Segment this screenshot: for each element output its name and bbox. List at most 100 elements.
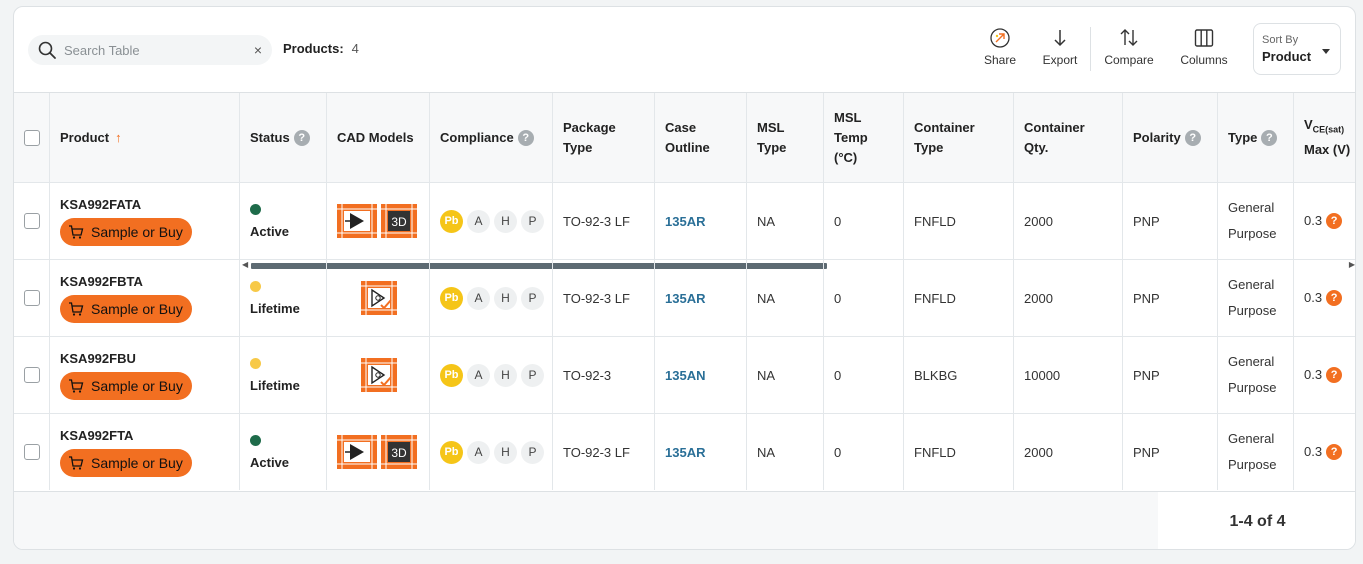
header-type[interactable]: Type ? <box>1218 93 1294 182</box>
header-vce-sat[interactable]: VCE(sat) Max (V) <box>1294 93 1355 182</box>
header-container-qty[interactable]: Container Qty. <box>1014 93 1123 182</box>
compliance-p-badge[interactable]: P <box>521 209 544 233</box>
columns-icon <box>1194 29 1214 47</box>
compare-button[interactable]: Compare <box>1102 27 1156 75</box>
product-name[interactable]: KSA992FATA <box>60 197 192 212</box>
container-qty: 2000 <box>1024 290 1053 306</box>
share-icon <box>990 28 1010 48</box>
vce-sat-value: 0.3 <box>1304 366 1323 382</box>
cell-type: General Purpose <box>1218 183 1294 259</box>
header-polarity-label: Polarity <box>1133 129 1181 145</box>
cell-cad: 3D <box>327 414 430 490</box>
compliance-a-badge[interactable]: A <box>467 363 490 387</box>
sample-or-buy-button[interactable]: Sample or Buy <box>60 448 192 477</box>
product-table: Product ↑ Status ? CAD Models Compliance… <box>14 92 1355 490</box>
header-msltemp-l1: MSL <box>834 109 862 125</box>
sample-or-buy-label: Sample or Buy <box>91 454 183 471</box>
case-outline-link[interactable]: 135AR <box>665 214 705 229</box>
help-icon[interactable]: ? <box>293 129 310 146</box>
compliance-a-badge[interactable]: A <box>467 209 490 233</box>
case-outline-link[interactable]: 135AR <box>665 445 705 460</box>
cad-models[interactable] <box>361 281 397 315</box>
help-icon[interactable]: ? <box>1326 444 1343 461</box>
search-box[interactable]: × <box>28 35 272 65</box>
compliance-h-badge[interactable]: H <box>494 440 517 464</box>
type-line1: General <box>1228 431 1275 446</box>
header-product[interactable]: Product ↑ <box>50 93 240 182</box>
sample-or-buy-button[interactable]: Sample or Buy <box>60 217 192 246</box>
compliance-h-badge[interactable]: H <box>494 363 517 387</box>
product-name[interactable]: KSA992FTA <box>60 428 192 443</box>
compliance-badges: Pb A H P <box>440 286 544 310</box>
compliance-h-badge[interactable]: H <box>494 286 517 310</box>
pb-free-badge[interactable]: Pb <box>440 286 463 310</box>
case-outline-link[interactable]: 135AR <box>665 291 705 306</box>
row-checkbox[interactable] <box>24 444 40 460</box>
header-polarity[interactable]: Polarity ? <box>1123 93 1218 182</box>
compliance-a-badge[interactable]: A <box>467 286 490 310</box>
help-icon[interactable]: ? <box>1326 290 1343 307</box>
header-container-type[interactable]: Container Type <box>904 93 1014 182</box>
share-button[interactable]: Share <box>980 27 1020 75</box>
row-checkbox[interactable] <box>24 367 40 383</box>
compliance-a-badge[interactable]: A <box>467 440 490 464</box>
sample-or-buy-button[interactable]: Sample or Buy <box>60 294 192 323</box>
container-type: BLKBG <box>914 367 958 383</box>
type-line1: General <box>1228 277 1275 292</box>
product-name[interactable]: KSA992FBTA <box>60 274 192 289</box>
header-compliance-label: Compliance <box>440 129 514 145</box>
cad-models[interactable] <box>361 358 397 392</box>
pb-free-badge[interactable]: Pb <box>440 363 463 387</box>
export-button[interactable]: Export <box>1038 27 1082 75</box>
help-icon[interactable]: ? <box>1326 213 1343 230</box>
help-icon[interactable]: ? <box>1326 367 1343 384</box>
sort-by-dropdown[interactable]: Sort By Product <box>1253 23 1341 75</box>
cell-container: FNFLD <box>904 260 1014 336</box>
status-text: Lifetime <box>250 300 300 316</box>
header-msl-type[interactable]: MSL Type <box>747 93 824 182</box>
cell-polarity: PNP <box>1123 337 1218 413</box>
3d-model-icon: 3D <box>381 204 417 238</box>
header-compliance[interactable]: Compliance ? <box>430 93 553 182</box>
product-name[interactable]: KSA992FBU <box>60 351 192 366</box>
help-icon[interactable]: ? <box>1184 129 1201 146</box>
compliance-badges: Pb A H P <box>440 363 544 387</box>
columns-label: Columns <box>1180 53 1228 67</box>
header-vce-main: V <box>1304 117 1313 133</box>
header-cad[interactable]: CAD Models <box>327 93 430 182</box>
header-case-outline[interactable]: Case Outline <box>655 93 747 182</box>
select-all-checkbox[interactable] <box>24 129 40 146</box>
help-icon[interactable]: ? <box>517 129 534 146</box>
product-table-card: × Products: 4 Share Export <box>13 6 1356 550</box>
case-outline-link[interactable]: 135AN <box>665 368 705 383</box>
help-icon[interactable]: ? <box>1261 129 1278 146</box>
header-package-l2: Type <box>563 139 593 155</box>
row-checkbox[interactable] <box>24 213 40 229</box>
sample-or-buy-button[interactable]: Sample or Buy <box>60 371 192 400</box>
pb-free-badge[interactable]: Pb <box>440 209 463 233</box>
cell-qty: 2000 <box>1014 260 1123 336</box>
header-status[interactable]: Status ? <box>240 93 327 182</box>
cad-models[interactable]: 3D <box>337 435 417 469</box>
compliance-p-badge[interactable]: P <box>521 286 544 310</box>
schematic-symbol-icon <box>337 204 377 238</box>
swap-arrows-icon <box>1120 29 1138 46</box>
search-input[interactable] <box>62 40 242 60</box>
header-status-label: Status <box>250 129 290 145</box>
pb-free-badge[interactable]: Pb <box>440 440 463 464</box>
columns-button[interactable]: Columns <box>1178 27 1230 75</box>
header-checkbox-cell <box>14 93 50 182</box>
clear-search-icon[interactable]: × <box>254 41 262 59</box>
compliance-p-badge[interactable]: P <box>521 363 544 387</box>
cell-package: TO-92-3 <box>553 337 655 413</box>
cell-qty: 10000 <box>1014 337 1123 413</box>
compliance-p-badge[interactable]: P <box>521 440 544 464</box>
schematic-symbol-icon <box>337 435 377 469</box>
row-checkbox[interactable] <box>24 290 40 306</box>
header-package-type[interactable]: Package Type <box>553 93 655 182</box>
cad-models[interactable]: 3D <box>337 204 417 238</box>
compliance-h-badge[interactable]: H <box>494 209 517 233</box>
header-msl-temp[interactable]: MSL Temp (°C) <box>824 93 904 182</box>
table-row: KSA992FTA Sample or Buy Active 3D Pb A H… <box>14 413 1355 490</box>
header-case-l2: Outline <box>665 139 710 155</box>
